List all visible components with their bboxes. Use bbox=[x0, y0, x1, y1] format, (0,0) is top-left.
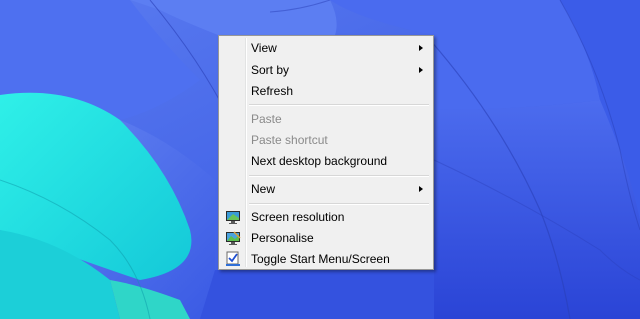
menu-item-new-label: New bbox=[251, 182, 276, 196]
menu-item-paste: Paste bbox=[221, 109, 431, 129]
menu-separator bbox=[249, 175, 429, 177]
menu-item-refresh-label: Refresh bbox=[251, 84, 294, 98]
submenu-arrow-icon bbox=[419, 45, 423, 51]
menu-item-new[interactable]: New bbox=[221, 179, 431, 199]
submenu-arrow-icon bbox=[419, 67, 423, 73]
desktop-context-menu: View Sort by Refresh Paste Paste shortcu… bbox=[218, 35, 434, 270]
monitor-icon bbox=[226, 211, 240, 224]
submenu-arrow-icon bbox=[419, 186, 423, 192]
menu-item-toggle-start[interactable]: Toggle Start Menu/Screen bbox=[221, 249, 431, 269]
menu-item-screen-resolution[interactable]: Screen resolution bbox=[221, 207, 431, 227]
menu-item-screen-resolution-label: Screen resolution bbox=[251, 210, 345, 224]
menu-separator bbox=[249, 104, 429, 106]
menu-item-paste-shortcut: Paste shortcut bbox=[221, 130, 431, 150]
personalise-monitor-icon bbox=[226, 231, 241, 245]
menu-item-view[interactable]: View bbox=[221, 38, 431, 58]
menu-item-toggle-start-label: Toggle Start Menu/Screen bbox=[251, 252, 390, 266]
menu-item-sort-by-label: Sort by bbox=[251, 63, 290, 77]
menu-item-sort-by[interactable]: Sort by bbox=[221, 60, 431, 80]
menu-item-personalise-label: Personalise bbox=[251, 231, 314, 245]
menu-item-paste-shortcut-label: Paste shortcut bbox=[251, 133, 328, 147]
menu-item-next-desktop-background-label: Next desktop background bbox=[251, 154, 388, 168]
menu-item-next-desktop-background[interactable]: Next desktop background bbox=[221, 151, 431, 171]
menu-separator bbox=[249, 203, 429, 205]
menu-item-view-label: View bbox=[251, 41, 277, 55]
menu-item-refresh[interactable]: Refresh bbox=[221, 81, 431, 101]
menu-item-paste-label: Paste bbox=[251, 112, 282, 126]
menu-item-personalise[interactable]: Personalise bbox=[221, 228, 431, 248]
checkbox-icon bbox=[226, 251, 240, 266]
